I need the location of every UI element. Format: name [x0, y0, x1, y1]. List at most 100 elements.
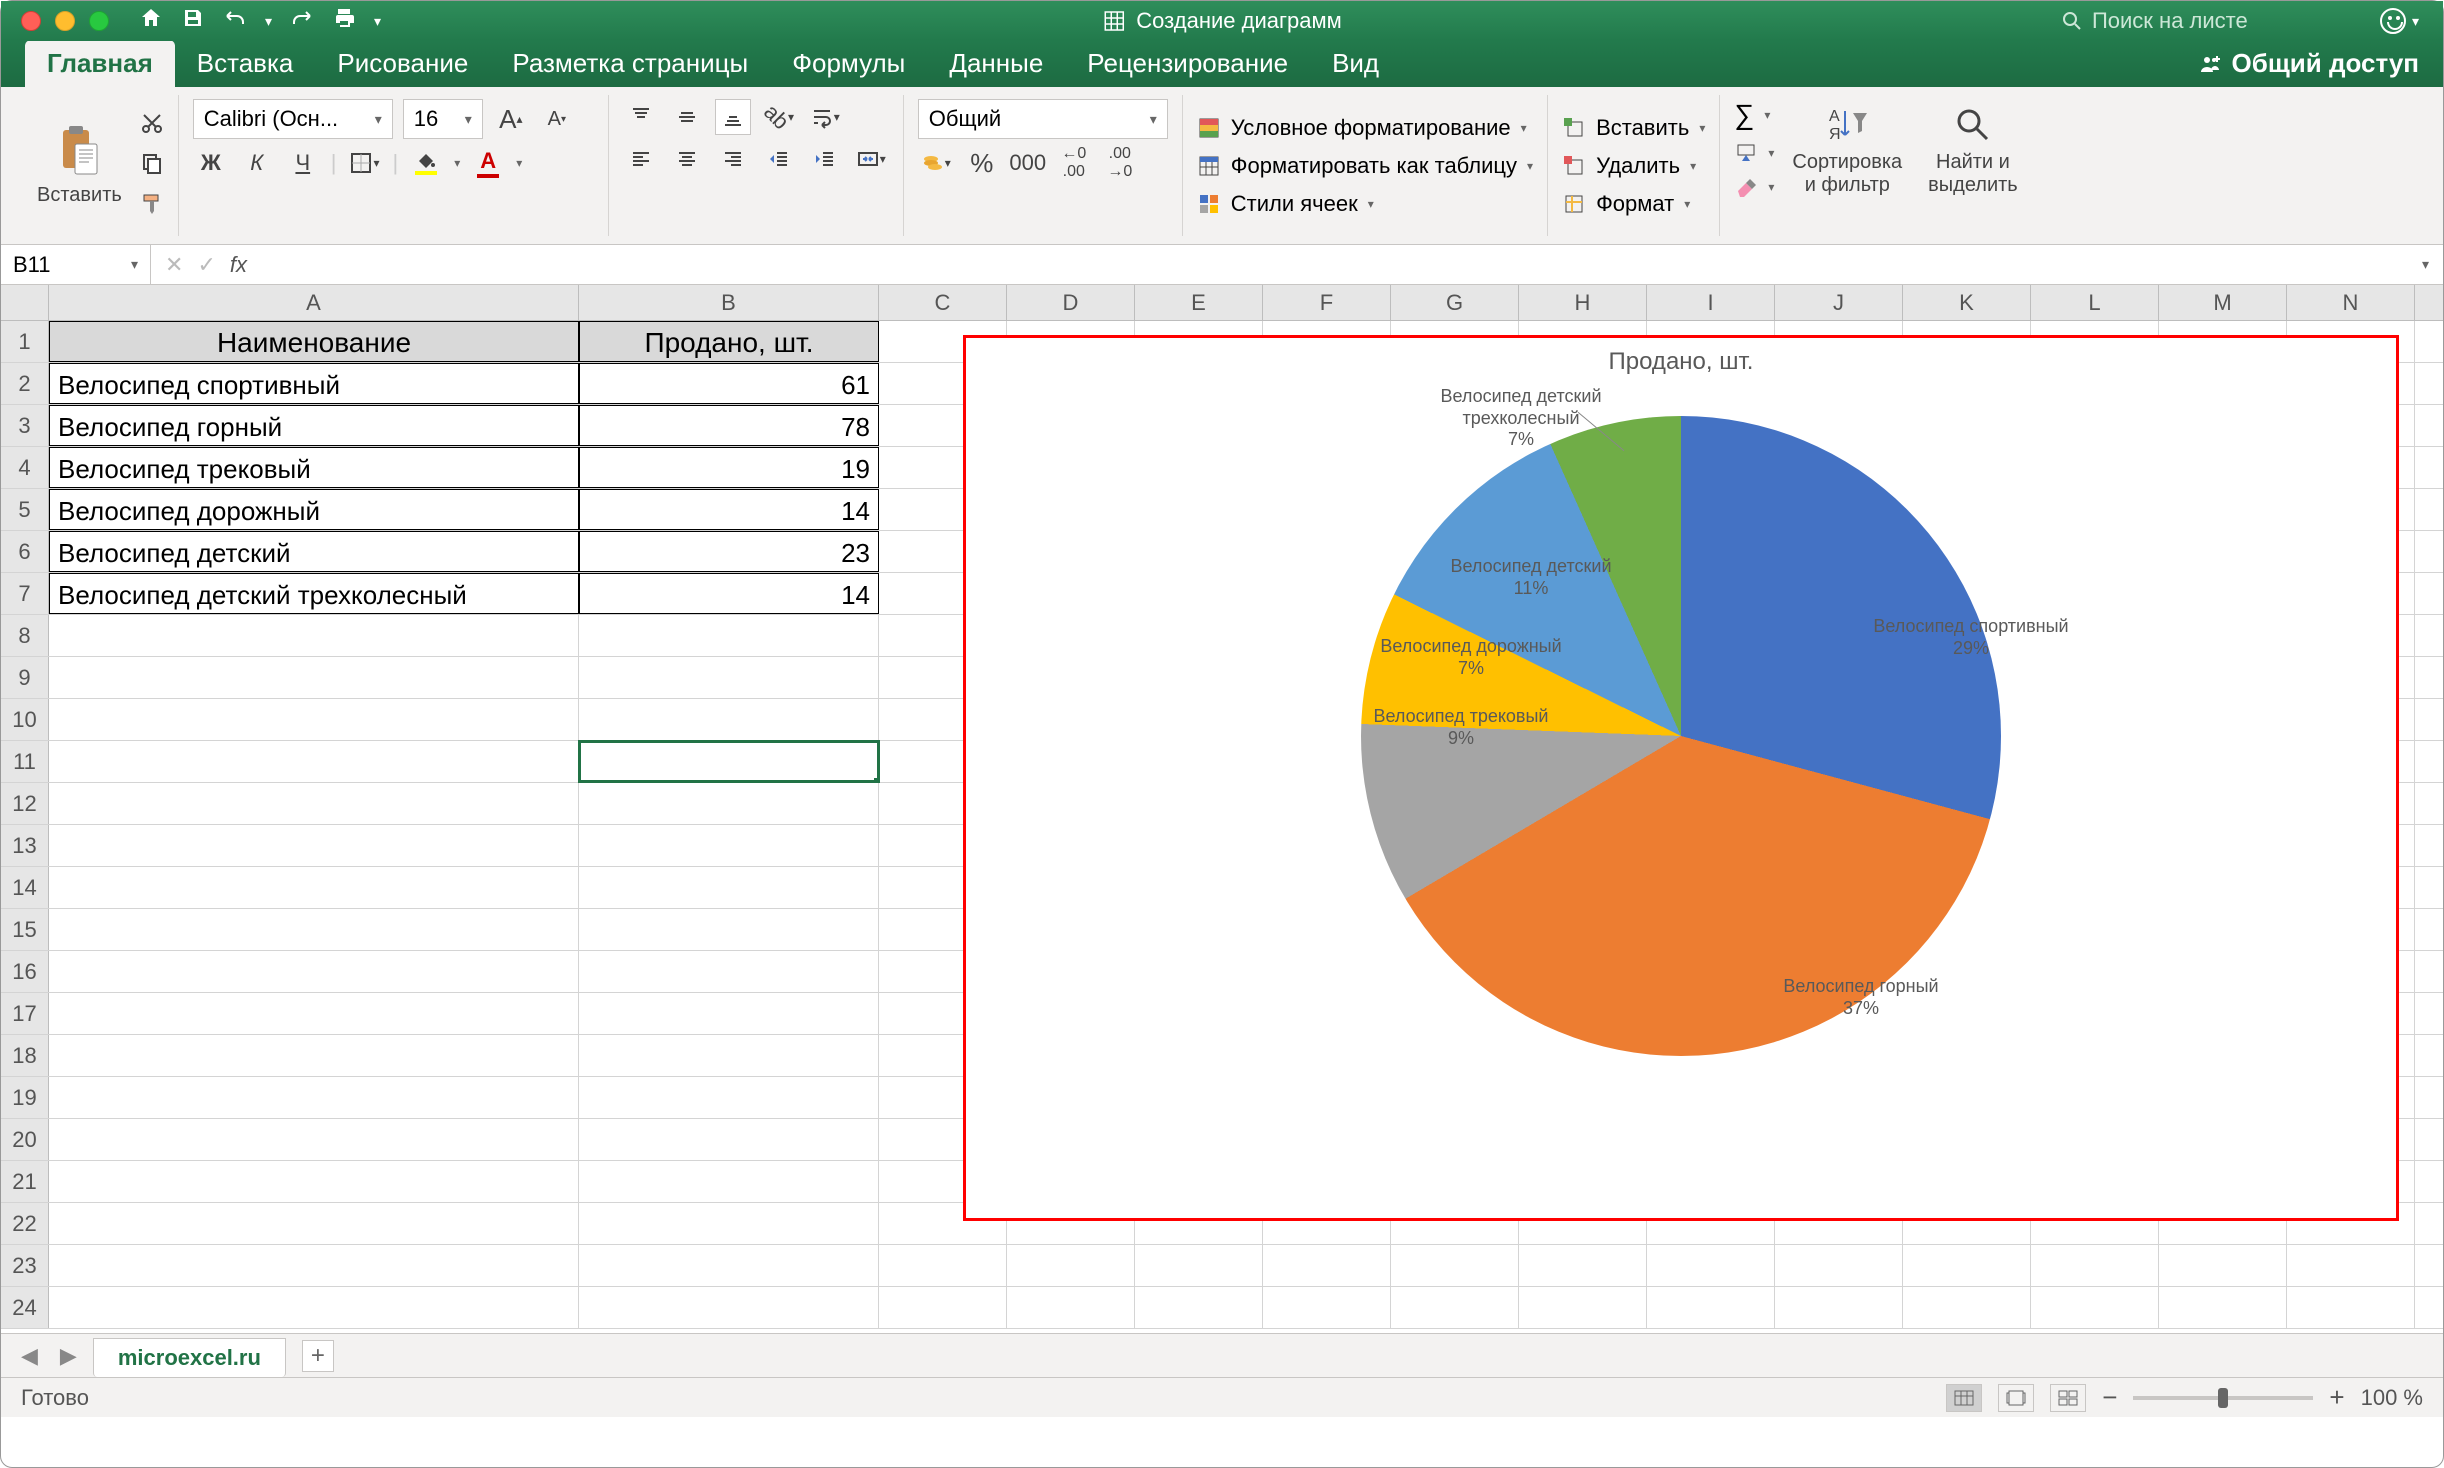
cell-B24[interactable]: [579, 1287, 879, 1328]
zoom-value[interactable]: 100 %: [2361, 1385, 2423, 1411]
cell-B20[interactable]: [579, 1119, 879, 1160]
underline-button[interactable]: Ч: [285, 145, 321, 181]
row-header-14[interactable]: 14: [1, 867, 49, 908]
align-bottom-button[interactable]: [715, 99, 751, 135]
cell-A4[interactable]: Велосипед трековый: [49, 447, 579, 488]
row-header-15[interactable]: 15: [1, 909, 49, 950]
cell-J24[interactable]: [1775, 1287, 1903, 1328]
row-header-2[interactable]: 2: [1, 363, 49, 404]
increase-indent-button[interactable]: [807, 141, 843, 177]
cell-K23[interactable]: [1903, 1245, 2031, 1286]
cell-A18[interactable]: [49, 1035, 579, 1076]
row-header-20[interactable]: 20: [1, 1119, 49, 1160]
cell-G23[interactable]: [1391, 1245, 1519, 1286]
row-header-6[interactable]: 6: [1, 531, 49, 572]
print-icon[interactable]: [332, 6, 356, 36]
percent-button[interactable]: %: [964, 145, 1000, 181]
cell-B13[interactable]: [579, 825, 879, 866]
cell-C23[interactable]: [879, 1245, 1007, 1286]
ribbon-tab-5[interactable]: Данные: [927, 40, 1065, 87]
insert-cells-button[interactable]: Вставить▾: [1562, 115, 1705, 141]
cut-button[interactable]: [140, 111, 164, 141]
cell-A5[interactable]: Велосипед дорожный: [49, 489, 579, 530]
cell-L24[interactable]: [2031, 1287, 2159, 1328]
row-header-11[interactable]: 11: [1, 741, 49, 782]
conditional-format-button[interactable]: Условное форматирование▾: [1197, 115, 1533, 141]
row-header-7[interactable]: 7: [1, 573, 49, 614]
cell-A11[interactable]: [49, 741, 579, 782]
cell-B3[interactable]: 78: [579, 405, 879, 446]
cell-A23[interactable]: [49, 1245, 579, 1286]
cell-G24[interactable]: [1391, 1287, 1519, 1328]
number-format-combo[interactable]: Общий▾: [918, 99, 1168, 139]
borders-button[interactable]: ▾: [347, 145, 383, 181]
share-button[interactable]: Общий доступ: [2174, 40, 2443, 87]
row-header-18[interactable]: 18: [1, 1035, 49, 1076]
paste-button[interactable]: Вставить: [29, 120, 130, 211]
row-header-12[interactable]: 12: [1, 783, 49, 824]
cell-H24[interactable]: [1519, 1287, 1647, 1328]
cell-J23[interactable]: [1775, 1245, 1903, 1286]
undo-dropdown-icon[interactable]: ▾: [265, 13, 272, 30]
sheet-nav-next[interactable]: ▶: [54, 1343, 83, 1369]
cell-I24[interactable]: [1647, 1287, 1775, 1328]
row-header-5[interactable]: 5: [1, 489, 49, 530]
cell-A20[interactable]: [49, 1119, 579, 1160]
align-center-button[interactable]: [669, 141, 705, 177]
cell-C24[interactable]: [879, 1287, 1007, 1328]
decrease-font-button[interactable]: A▾: [539, 101, 575, 137]
add-sheet-button[interactable]: +: [302, 1340, 334, 1372]
cell-B18[interactable]: [579, 1035, 879, 1076]
cell-A8[interactable]: [49, 615, 579, 656]
column-header-F[interactable]: F: [1263, 285, 1391, 320]
clear-button[interactable]: ▾: [1734, 175, 1774, 199]
format-painter-button[interactable]: [140, 191, 164, 221]
row-header-19[interactable]: 19: [1, 1077, 49, 1118]
column-header-D[interactable]: D: [1007, 285, 1135, 320]
cell-H23[interactable]: [1519, 1245, 1647, 1286]
cell-I23[interactable]: [1647, 1245, 1775, 1286]
row-header-13[interactable]: 13: [1, 825, 49, 866]
cell-A10[interactable]: [49, 699, 579, 740]
row-header-16[interactable]: 16: [1, 951, 49, 992]
cell-A2[interactable]: Велосипед спортивный: [49, 363, 579, 404]
row-header-21[interactable]: 21: [1, 1161, 49, 1202]
home-icon[interactable]: [139, 6, 163, 36]
orientation-button[interactable]: ab▾: [761, 99, 797, 135]
undo-icon[interactable]: [223, 6, 247, 36]
cell-B10[interactable]: [579, 699, 879, 740]
italic-button[interactable]: К: [239, 145, 275, 181]
feedback-button[interactable]: ▾: [2380, 8, 2419, 34]
cell-D24[interactable]: [1007, 1287, 1135, 1328]
row-header-3[interactable]: 3: [1, 405, 49, 446]
fill-color-button[interactable]: [408, 145, 444, 181]
cell-B11[interactable]: [579, 741, 879, 782]
cell-B2[interactable]: 61: [579, 363, 879, 404]
column-header-C[interactable]: C: [879, 285, 1007, 320]
save-icon[interactable]: [181, 6, 205, 36]
cell-B22[interactable]: [579, 1203, 879, 1244]
column-header-L[interactable]: L: [2031, 285, 2159, 320]
cell-B6[interactable]: 23: [579, 531, 879, 572]
cell-E23[interactable]: [1135, 1245, 1263, 1286]
ribbon-tab-6[interactable]: Рецензирование: [1065, 40, 1310, 87]
zoom-in-button[interactable]: +: [2329, 1382, 2344, 1413]
cell-B12[interactable]: [579, 783, 879, 824]
cell-K24[interactable]: [1903, 1287, 2031, 1328]
format-table-button[interactable]: Форматировать как таблицу▾: [1197, 153, 1533, 179]
row-header-9[interactable]: 9: [1, 657, 49, 698]
row-header-24[interactable]: 24: [1, 1287, 49, 1328]
row-header-22[interactable]: 22: [1, 1203, 49, 1244]
cell-A15[interactable]: [49, 909, 579, 950]
ribbon-tab-7[interactable]: Вид: [1310, 40, 1401, 87]
page-layout-view-button[interactable]: [1998, 1384, 2034, 1412]
cell-B1[interactable]: Продано, шт.: [579, 321, 879, 362]
font-color-button[interactable]: А: [470, 145, 506, 181]
spreadsheet-grid[interactable]: ABCDEFGHIJKLMN 1НаименованиеПродано, шт.…: [1, 285, 2443, 1333]
align-left-button[interactable]: [623, 141, 659, 177]
cell-D23[interactable]: [1007, 1245, 1135, 1286]
cell-A19[interactable]: [49, 1077, 579, 1118]
increase-decimal-button[interactable]: ←0.00: [1056, 145, 1092, 181]
ribbon-tab-0[interactable]: Главная: [25, 40, 175, 87]
row-header-1[interactable]: 1: [1, 321, 49, 362]
